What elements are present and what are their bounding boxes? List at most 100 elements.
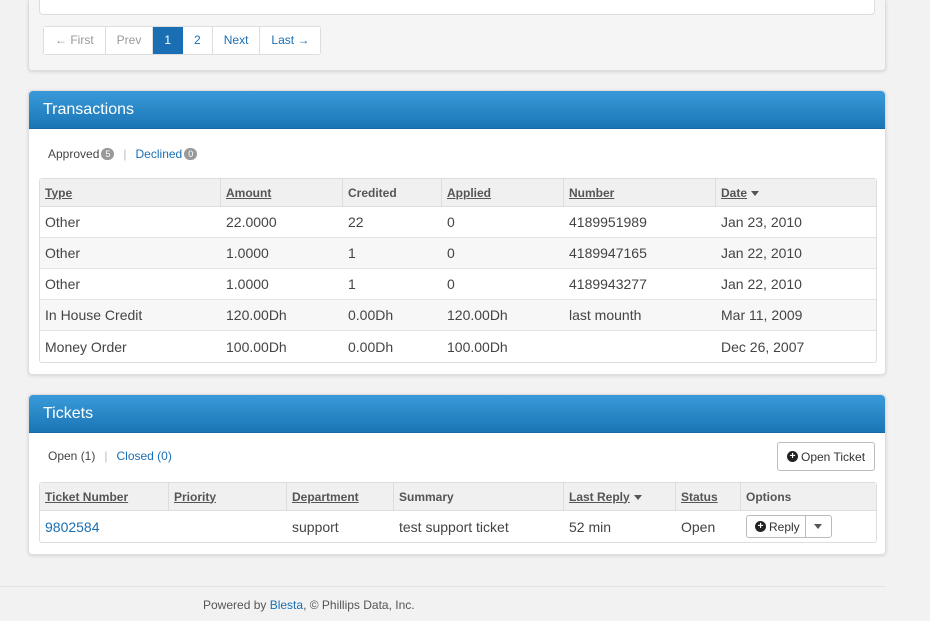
- transactions-section: Transactions Approved 5 | Declined 0 Typ…: [28, 90, 886, 375]
- pagination-panel: ← First Prev 1 2 Next Last →: [28, 0, 886, 71]
- cell-date: Jan 22, 2010: [716, 269, 876, 300]
- cell-applied: 0: [442, 269, 564, 300]
- filter-declined-label: Declined: [135, 147, 183, 161]
- cell-amount: 120.00Dh: [221, 300, 343, 331]
- cell-credited: 0.00Dh: [343, 300, 442, 331]
- cell-credited: 0.00Dh: [348, 338, 394, 355]
- column-date-label: Date: [721, 185, 748, 200]
- cell-applied: 120.00Dh: [442, 300, 564, 331]
- cell-department: support: [292, 518, 339, 535]
- cell-date: Jan 23, 2010: [716, 207, 876, 238]
- ticket-number-link[interactable]: 9802584: [45, 519, 100, 535]
- pagination: ← First Prev 1 2 Next Last →: [43, 26, 322, 55]
- cell-type: Other: [40, 207, 221, 238]
- footer-suffix: , © Phillips Data, Inc.: [303, 598, 415, 612]
- transactions-title: Transactions: [29, 91, 885, 129]
- cell-number: 4189943277: [564, 269, 716, 300]
- reply-button[interactable]: + Reply: [747, 516, 806, 537]
- reply-dropdown-toggle[interactable]: [806, 516, 831, 537]
- column-ticket-number[interactable]: Ticket Number: [40, 483, 169, 511]
- tickets-section: Tickets Open (1) | Closed (0) + Open Tic…: [28, 394, 886, 555]
- filter-approved-label: Approved: [48, 147, 100, 161]
- table-row: Other 1.0000 1 0 4189943277 Jan 22, 2010: [40, 269, 876, 300]
- filter-declined[interactable]: Declined 0: [136, 147, 198, 161]
- column-number[interactable]: Number: [564, 179, 716, 207]
- column-amount[interactable]: Amount: [221, 179, 343, 207]
- cell-amount: 1.0000: [221, 238, 343, 269]
- pagination-page-1[interactable]: 1: [153, 27, 184, 54]
- column-department[interactable]: Department: [287, 483, 394, 511]
- previous-table-bottom: [39, 0, 875, 15]
- pagination-next[interactable]: Next: [212, 27, 261, 54]
- cell-applied: 100.00Dh: [447, 338, 508, 355]
- cell-amount: 100.00Dh: [226, 338, 287, 355]
- pagination-page-2[interactable]: 2: [183, 27, 213, 54]
- cell-amount: 22.0000: [221, 207, 343, 238]
- cell-status: Open: [681, 518, 716, 535]
- filter-separator: |: [104, 449, 108, 463]
- column-applied[interactable]: Applied: [442, 179, 564, 207]
- footer-prefix: Powered by: [203, 598, 270, 612]
- cell-options: + Reply: [741, 511, 876, 542]
- plus-circle-icon: +: [755, 521, 766, 532]
- cell-date: Jan 22, 2010: [716, 238, 876, 269]
- table-header-row: Type Amount Credited Applied Number Date: [40, 179, 876, 207]
- cell-type: Other: [40, 238, 221, 269]
- column-status[interactable]: Status: [676, 483, 741, 511]
- chevron-down-icon: [814, 524, 823, 529]
- transactions-table: Type Amount Credited Applied Number Date…: [39, 178, 877, 363]
- cell-credited: 22: [343, 207, 442, 238]
- cell-applied: 0: [442, 238, 564, 269]
- filter-separator: |: [123, 147, 127, 161]
- cell-amount: 1.0000: [221, 269, 343, 300]
- column-type[interactable]: Type: [40, 179, 221, 207]
- tickets-table: Ticket Number Priority Department Summar…: [39, 482, 877, 543]
- table-row: Other 22.0000 22 0 4189951989 Jan 23, 20…: [40, 207, 876, 238]
- column-date[interactable]: Date: [716, 179, 876, 207]
- tickets-filter-bar: Open (1) | Closed (0): [48, 449, 172, 463]
- footer-blesta-link[interactable]: Blesta: [270, 598, 303, 612]
- cell-number: 4189951989: [564, 207, 716, 238]
- open-ticket-label: Open Ticket: [801, 449, 866, 464]
- reply-button-group: + Reply: [746, 515, 832, 538]
- cell-ticket-number: 9802584: [40, 511, 169, 542]
- footer-divider: [0, 586, 886, 587]
- cell-number: 4189947165: [564, 238, 716, 269]
- pagination-prev: Prev: [105, 27, 154, 54]
- cell-date: Mar 11, 2009: [716, 300, 876, 331]
- cell-credited: 1: [343, 238, 442, 269]
- filter-open[interactable]: Open (1): [48, 449, 95, 463]
- column-credited: Credited: [343, 179, 442, 207]
- filter-closed[interactable]: Closed (0): [116, 449, 171, 463]
- table-header-row: Ticket Number Priority Department Summar…: [40, 483, 876, 511]
- cell-summary: test support ticket: [399, 518, 509, 535]
- sort-desc-icon: [751, 190, 760, 196]
- table-row: Other 1.0000 1 0 4189947165 Jan 22, 2010: [40, 238, 876, 269]
- column-priority[interactable]: Priority: [169, 483, 287, 511]
- filter-approved[interactable]: Approved 5: [48, 147, 115, 161]
- plus-circle-icon: +: [787, 451, 798, 462]
- pagination-first: ← First: [44, 27, 106, 54]
- filter-approved-count: 5: [101, 148, 115, 160]
- sort-desc-icon: [633, 494, 642, 500]
- cell-type: In House Credit: [40, 300, 221, 331]
- column-options: Options: [741, 483, 876, 511]
- cell-applied: 0: [442, 207, 564, 238]
- open-ticket-button[interactable]: + Open Ticket: [777, 442, 876, 471]
- pagination-last[interactable]: Last →: [260, 27, 321, 54]
- transactions-filter-bar: Approved 5 | Declined 0: [48, 147, 198, 161]
- cell-date: Dec 26, 2007: [721, 338, 805, 355]
- cell-type: Other: [40, 269, 221, 300]
- table-row: 9802584 support test support ticket 52 m…: [40, 511, 876, 542]
- filter-declined-count: 0: [184, 148, 198, 160]
- column-last-reply[interactable]: Last Reply: [564, 483, 676, 511]
- cell-last-reply: 52 min: [569, 518, 612, 535]
- reply-label: Reply: [769, 519, 800, 534]
- cell-priority: [169, 511, 287, 542]
- footer: Powered by Blesta, © Phillips Data, Inc.: [203, 598, 415, 612]
- cell-number: [564, 331, 716, 362]
- table-row: Money Order 100.00Dh 0.00Dh 100.00Dh Dec…: [40, 331, 876, 362]
- column-last-reply-label: Last Reply: [569, 489, 630, 504]
- table-row: In House Credit 120.00Dh 0.00Dh 120.00Dh…: [40, 300, 876, 331]
- column-summary: Summary: [394, 483, 564, 511]
